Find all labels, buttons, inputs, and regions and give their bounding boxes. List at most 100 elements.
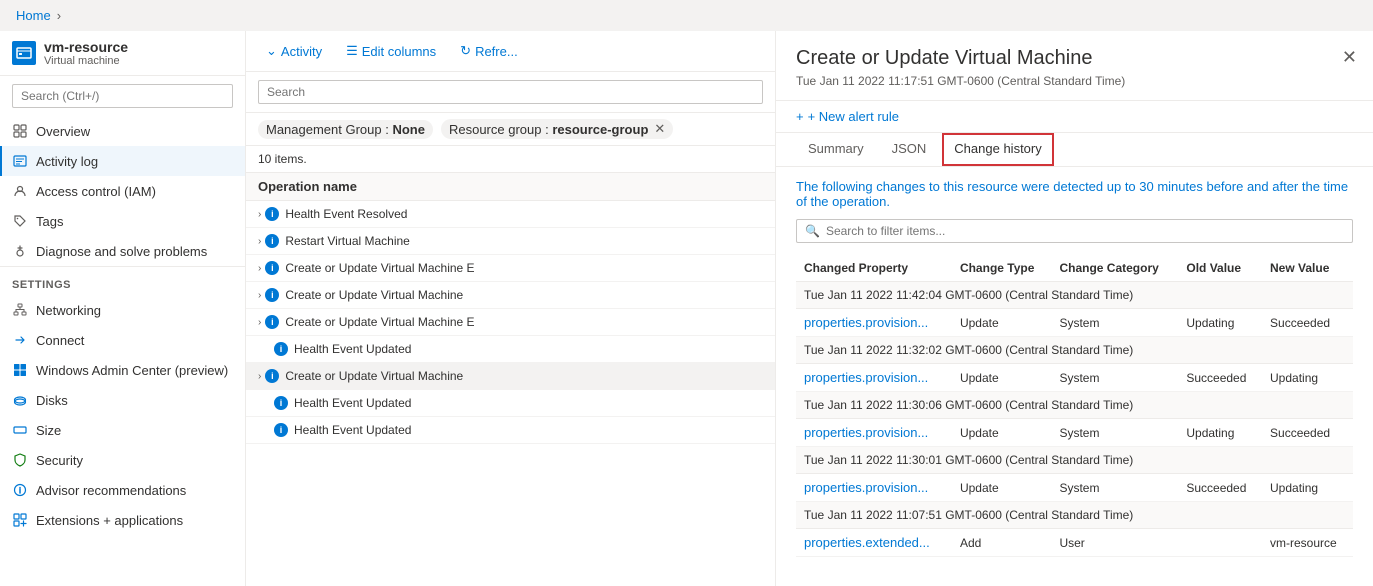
tab-json[interactable]: JSON [880,133,939,166]
disks-icon [12,392,28,408]
detail-subtitle: Tue Jan 11 2022 11:17:51 GMT-0600 (Centr… [796,74,1353,88]
sidebar-search-input[interactable] [12,84,233,108]
list-item-name: Health Event Updated [294,423,411,437]
tags-icon [12,213,28,229]
expand-icon: › [258,209,261,220]
property-link[interactable]: properties.extended... [804,535,930,550]
security-label: Security [36,453,83,468]
property-link[interactable]: properties.provision... [804,480,928,495]
sidebar-item-overview[interactable]: Overview [0,116,245,146]
extensions-label: Extensions + applications [36,513,183,528]
change-category-cell: System [1051,474,1178,502]
old-value-cell: Updating [1178,309,1262,337]
sidebar: vm-resource Virtual machine Overview [0,31,246,586]
change-category-cell: System [1051,419,1178,447]
overview-icon [12,123,28,139]
change-category-cell: User [1051,529,1178,557]
expand-icon: › [258,236,261,247]
property-link[interactable]: properties.provision... [804,370,928,385]
new-value-cell: Updating [1262,474,1353,502]
detail-tabs: Summary JSON Change history [776,133,1373,167]
new-alert-rule-button[interactable]: + + New alert rule [796,109,899,124]
list-item-name: Health Event Updated [294,396,411,410]
diagnose-label: Diagnose and solve problems [36,244,207,259]
list-item[interactable]: › i Restart Virtual Machine [246,228,775,255]
date-row-cell: Tue Jan 11 2022 11:30:01 GMT-0600 (Centr… [796,447,1353,474]
activity-search-container [246,72,775,113]
sidebar-item-tags[interactable]: Tags [0,206,245,236]
list-item-name: Health Event Updated [294,342,411,356]
sidebar-item-size[interactable]: Size [0,415,245,445]
list-item[interactable]: › i Create or Update Virtual Machine [246,282,775,309]
list-item-name: Create or Update Virtual Machine [285,369,463,383]
info-icon: i [265,207,279,221]
list-item[interactable]: › i Health Event Resolved [246,201,775,228]
sidebar-item-security[interactable]: Security [0,445,245,475]
list-item[interactable]: i Health Event Updated [246,336,775,363]
activity-search-input[interactable] [258,80,763,104]
expand-icon: › [258,290,261,301]
change-row: properties.extended...AddUservm-resource [796,529,1353,557]
breadcrumb-home[interactable]: Home [16,8,51,23]
change-search-input[interactable] [826,224,1344,238]
list-item[interactable]: › i Create or Update Virtual Machine E [246,255,775,282]
change-description-before: The following [796,179,876,194]
change-type-cell: Update [952,474,1052,502]
new-alert-rule-label: + New alert rule [808,109,899,124]
list-item[interactable]: › i Create or Update Virtual Machine [246,363,775,390]
old-value-cell: Succeeded [1178,364,1262,392]
sidebar-nav: Overview Activity log [0,116,245,586]
property-link[interactable]: properties.provision... [804,315,928,330]
sidebar-item-disks[interactable]: Disks [0,385,245,415]
edit-columns-icon: ☰ [346,43,358,59]
sidebar-item-networking[interactable]: Networking [0,295,245,325]
detail-actions: + + New alert rule [776,101,1373,133]
col-change-category: Change Category [1051,255,1178,282]
info-icon: i [265,369,279,383]
refresh-btn[interactable]: ↻ Refre... [452,39,526,63]
sidebar-item-connect[interactable]: Connect [0,325,245,355]
access-control-icon [12,183,28,199]
operation-name-column-header: Operation name [258,179,357,194]
resource-name: vm-resource [44,39,128,55]
resource-info: vm-resource Virtual machine [44,39,128,67]
access-control-label: Access control (IAM) [36,184,156,199]
filter-chip-close-icon[interactable]: ✕ [654,121,665,137]
resource-header: vm-resource Virtual machine [0,31,245,76]
change-type-cell: Update [952,364,1052,392]
sidebar-item-activity-log[interactable]: Activity log [0,146,245,176]
sidebar-item-advisor[interactable]: Advisor recommendations [0,475,245,505]
size-label: Size [36,423,61,438]
property-link[interactable]: properties.provision... [804,425,928,440]
activity-dropdown-btn[interactable]: ⌄ Activity [258,39,330,63]
list-item[interactable]: › i Create or Update Virtual Machine E [246,309,775,336]
list-item[interactable]: i Health Event Updated [246,390,775,417]
sidebar-item-access-control[interactable]: Access control (IAM) [0,176,245,206]
windows-admin-icon [12,362,28,378]
change-type-cell: Add [952,529,1052,557]
sidebar-item-windows-admin[interactable]: Windows Admin Center (preview) [0,355,245,385]
tab-change-history[interactable]: Change history [942,133,1053,166]
tab-summary[interactable]: Summary [796,133,876,166]
sidebar-item-extensions[interactable]: Extensions + applications [0,505,245,535]
activity-log-label: Activity log [36,154,98,169]
detail-close-button[interactable]: ✕ [1342,47,1357,68]
new-value-cell: Succeeded [1262,419,1353,447]
sidebar-search-container [0,76,245,116]
change-content: The following changes to this resource w… [776,167,1373,586]
change-table: Changed Property Change Type Change Cate… [796,255,1353,557]
activity-toolbar: ⌄ Activity ☰ Edit columns ↻ Refre... [246,31,775,72]
list-item[interactable]: i Health Event Updated [246,417,775,444]
sidebar-item-diagnose[interactable]: Diagnose and solve problems [0,236,245,266]
resource-icon [12,41,36,65]
expand-icon: › [258,317,261,328]
expand-icon: › [258,263,261,274]
list-header: Operation name [246,173,775,201]
edit-columns-btn[interactable]: ☰ Edit columns [338,39,444,63]
detail-header: Create or Update Virtual Machine Tue Jan… [776,31,1373,101]
old-value-cell: Succeeded [1178,474,1262,502]
change-description-link[interactable]: changes [876,179,925,194]
info-icon: i [274,396,288,410]
new-value-cell: Updating [1262,364,1353,392]
old-value-cell [1178,529,1262,557]
